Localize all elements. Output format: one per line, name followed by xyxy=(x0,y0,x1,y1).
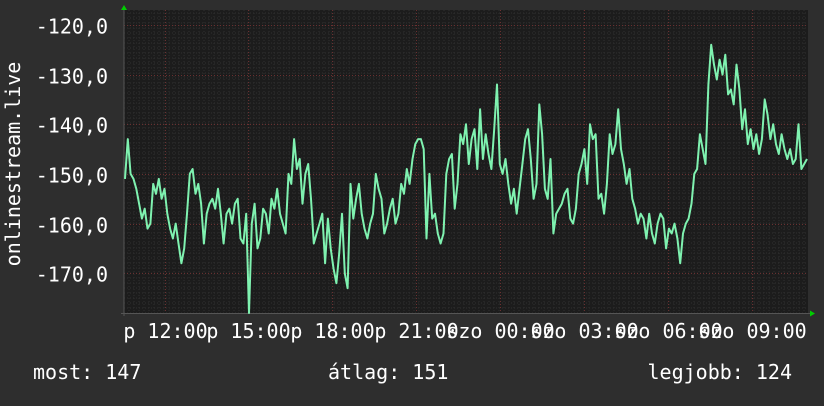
y-tick-label: -150,0 xyxy=(36,164,108,188)
x-tick-label: p 12:00 xyxy=(123,319,207,343)
y-tick-label: -170,0 xyxy=(36,263,108,287)
y-tick-label: -130,0 xyxy=(36,65,108,89)
current-value: most: 147 xyxy=(33,360,142,384)
y-axis-arrow xyxy=(121,5,127,10)
y-tick-label: -140,0 xyxy=(36,114,108,138)
x-tick-label: p 15:00 xyxy=(206,319,290,343)
chart: -120,0 -130,0 -140,0 -150,0 -160,0 -170,0 p 12… xyxy=(0,0,824,402)
best-value: legjobb: 124 xyxy=(647,360,793,384)
x-axis-arrow xyxy=(810,310,815,317)
stats-bar: most: 147 átlag: 151 legjobb: 124 xyxy=(0,360,824,390)
x-tick-label: p 18:00 xyxy=(290,319,374,343)
y-axis-label: onlinestream.live xyxy=(1,62,25,267)
average-value: átlag: 151 xyxy=(328,360,449,384)
x-tick-label: szo 09:00 xyxy=(698,319,806,343)
chart-svg: -120,0 -130,0 -140,0 -150,0 -160,0 -170,0 p 12… xyxy=(1,5,815,343)
y-tick-label: -120,0 xyxy=(36,15,108,39)
y-tick-label: -160,0 xyxy=(36,214,108,238)
